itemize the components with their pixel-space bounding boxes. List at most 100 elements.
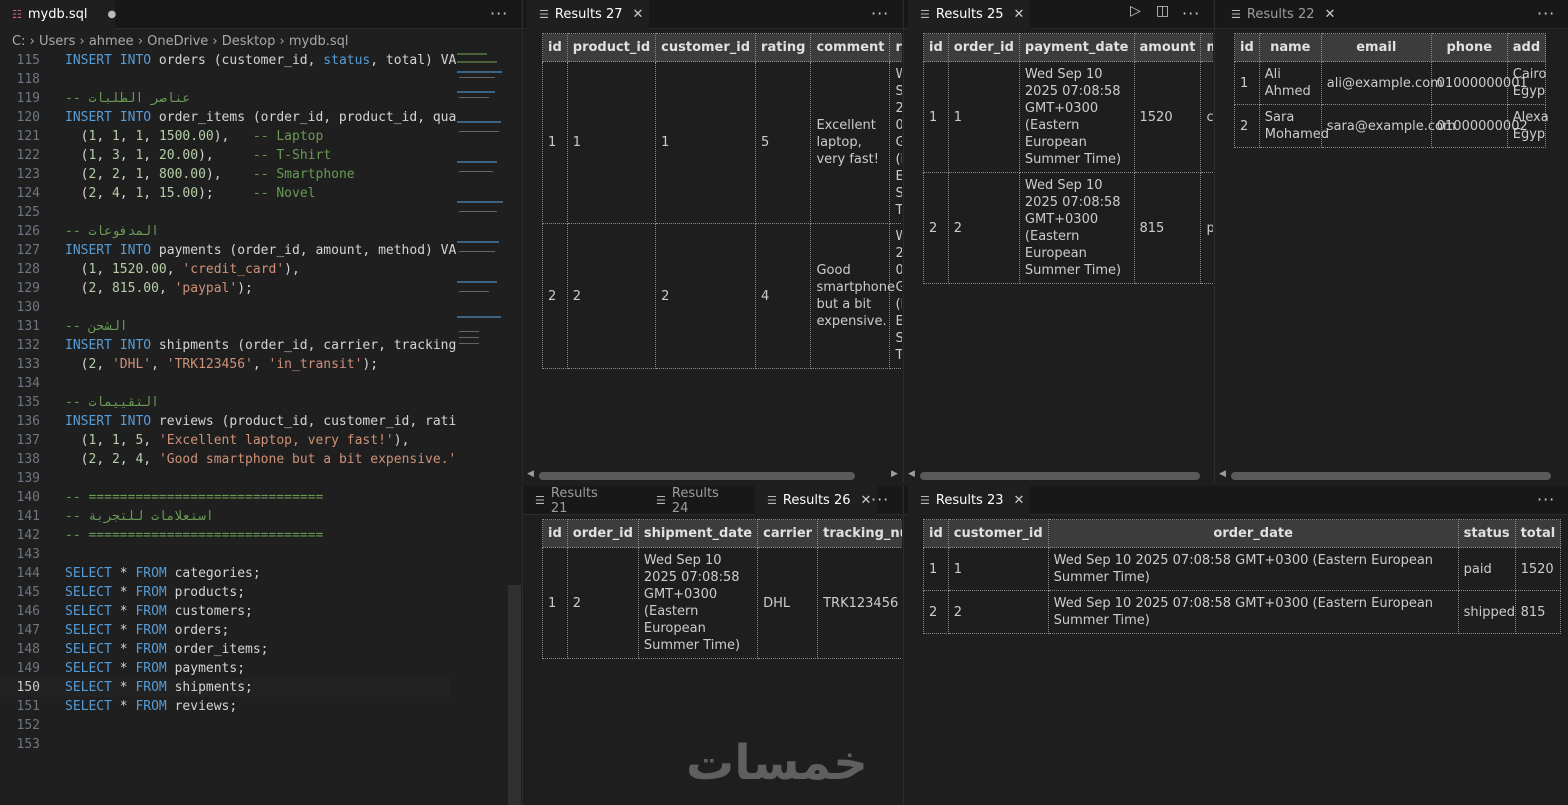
table-cell[interactable]: Wed Sep 2025 07:08:58 GMT+0 (Eastern Eur… bbox=[889, 61, 902, 224]
table-cell[interactable]: Excellent laptop, very fast! bbox=[810, 61, 891, 224]
table-cell[interactable]: 4 bbox=[755, 223, 812, 369]
close-icon[interactable]: ✕ bbox=[1014, 7, 1025, 22]
tab-results25[interactable]: ☰ Results 25 ✕ bbox=[908, 0, 1031, 29]
split-editor-icon[interactable]: ◫ bbox=[1156, 3, 1170, 19]
column-header[interactable]: tracking_number bbox=[817, 519, 902, 548]
code-line[interactable]: 123 (2, 2, 1, 800.00), -- Smartphone bbox=[0, 165, 450, 184]
code-line[interactable]: 131 -- الشحن bbox=[0, 317, 450, 336]
column-header[interactable]: order_date bbox=[1047, 519, 1459, 548]
breadcrumb-item[interactable]: OneDrive bbox=[147, 34, 208, 49]
table-cell[interactable]: 1520 bbox=[1514, 547, 1562, 591]
code-line[interactable]: 152 bbox=[0, 716, 450, 735]
code-line[interactable]: 128 (1, 1520.00, 'credit_card'), bbox=[0, 260, 450, 279]
table-cell[interactable]: Alexa Egyp bbox=[1506, 104, 1549, 148]
results27-hscroll[interactable]: ◀ ▶ bbox=[523, 469, 902, 483]
column-header[interactable]: carrier bbox=[757, 519, 819, 548]
column-header[interactable]: order_id bbox=[566, 519, 639, 548]
column-header[interactable]: status bbox=[1457, 519, 1516, 548]
table-cell[interactable]: sara@example.com bbox=[1320, 104, 1456, 148]
column-header[interactable]: email bbox=[1320, 33, 1432, 62]
editor-scrollbar[interactable] bbox=[508, 585, 521, 805]
code-line[interactable]: 151 SELECT * FROM reviews; bbox=[0, 697, 450, 716]
code-line[interactable]: 147 SELECT * FROM orders; bbox=[0, 621, 450, 640]
table-cell[interactable]: Wed Sep 10 2025 07:08:58 GMT+0300 (Easte… bbox=[1047, 547, 1459, 591]
code-line[interactable]: 124 (2, 4, 1, 15.00); -- Novel bbox=[0, 184, 450, 203]
scroll-left-icon[interactable]: ◀ bbox=[527, 469, 534, 479]
tab-results23[interactable]: ☰ Results 23 ✕ bbox=[908, 486, 1031, 515]
minimap[interactable] bbox=[455, 51, 507, 351]
table-cell[interactable]: 2 bbox=[566, 547, 639, 659]
table-cell[interactable]: 1 bbox=[947, 61, 1020, 173]
table-cell[interactable]: 2 bbox=[923, 590, 949, 634]
column-header[interactable]: id bbox=[923, 33, 949, 62]
column-header[interactable]: rating bbox=[755, 33, 812, 62]
table-cell[interactable]: 1 bbox=[542, 61, 568, 224]
column-header[interactable]: phone bbox=[1430, 33, 1508, 62]
table-cell[interactable]: 2 bbox=[566, 223, 657, 369]
scroll-thumb[interactable] bbox=[539, 472, 855, 480]
column-header[interactable]: review_ bbox=[889, 33, 902, 62]
column-header[interactable]: total bbox=[1514, 519, 1562, 548]
table-cell[interactable]: DHL bbox=[757, 547, 819, 659]
table-cell[interactable]: 1520 bbox=[1133, 61, 1202, 173]
tab-results27[interactable]: ☰ Results 27 ✕ bbox=[527, 0, 650, 29]
table-row[interactable]: 1 1 Wed Sep 10 2025 07:08:58 GMT+0300 (Eas… bbox=[923, 61, 1213, 173]
table-cell[interactable]: 1 bbox=[947, 547, 1049, 591]
table-row[interactable]: 1 1 Wed Sep 10 2025 07:08:58 GMT+0300 (Eas… bbox=[923, 547, 1562, 591]
scroll-left-icon[interactable]: ◀ bbox=[1219, 469, 1226, 479]
table-cell[interactable]: 1 bbox=[655, 61, 757, 224]
code-line[interactable]: 146 SELECT * FROM customers; bbox=[0, 602, 450, 621]
code-line[interactable]: 140 -- ============================== bbox=[0, 488, 450, 507]
table-cell[interactable]: Good smartphone but a bit expensive. bbox=[810, 223, 895, 369]
table-cell[interactable]: 815 bbox=[1514, 590, 1562, 634]
table-cell[interactable]: 2 bbox=[947, 590, 1049, 634]
table-cell[interactable]: 2 bbox=[947, 172, 1020, 284]
code-line[interactable]: 119 -- عناصر الطلبات bbox=[0, 89, 450, 108]
code-line[interactable]: 125 bbox=[0, 203, 450, 222]
code-line[interactable]: 145 SELECT * FROM products; bbox=[0, 583, 450, 602]
table-cell[interactable]: 1 bbox=[923, 547, 949, 591]
breadcrumb-item[interactable]: Desktop bbox=[222, 34, 276, 49]
table-row[interactable]: 2 2 Wed Sep 10 2025 07:08:58 GMT+0300 (Eas… bbox=[923, 590, 1562, 634]
code-line[interactable]: 126 -- المدفوعات bbox=[0, 222, 450, 241]
table-cell[interactable]: Cairo Egyp bbox=[1506, 61, 1546, 105]
more-actions-icon[interactable]: ··· bbox=[1182, 4, 1200, 23]
code-line[interactable]: 127 INSERT INTO payments (order_id, amoun… bbox=[0, 241, 457, 260]
table-row[interactable]: 2 2 Wed Sep 10 2025 07:08:58 GMT+0300 (Eas… bbox=[923, 172, 1213, 284]
breadcrumb-item[interactable]: Users bbox=[39, 34, 75, 49]
code-line[interactable]: 132 INSERT INTO shipments (order_id, carr… bbox=[0, 336, 457, 355]
results22-hscroll[interactable]: ◀ bbox=[1215, 469, 1568, 483]
scroll-left-icon[interactable]: ◀ bbox=[908, 469, 915, 479]
table-cell[interactable]: 815 bbox=[1133, 172, 1202, 284]
code-line[interactable]: 130 bbox=[0, 298, 450, 317]
table-cell[interactable]: ali@example.com bbox=[1320, 61, 1443, 105]
table-row[interactable]: 2 2 2 4 Good smartphone but a bit expensive.… bbox=[542, 223, 902, 369]
column-header[interactable]: id bbox=[542, 519, 568, 548]
code-line[interactable]: 138 (2, 2, 4, 'Good smartphone but a bit… bbox=[0, 450, 457, 469]
column-header[interactable]: amount bbox=[1133, 33, 1202, 62]
table-cell[interactable]: 1 bbox=[566, 61, 657, 224]
close-icon[interactable]: ✕ bbox=[1325, 7, 1336, 22]
table-cell[interactable]: 1 bbox=[923, 61, 949, 173]
breadcrumb-item[interactable]: C: bbox=[12, 34, 25, 49]
scroll-right-icon[interactable]: ▶ bbox=[891, 469, 898, 479]
table-cell[interactable]: 2 bbox=[542, 223, 568, 369]
more-actions-icon[interactable]: ··· bbox=[871, 4, 889, 23]
table-cell[interactable]: paid bbox=[1457, 547, 1516, 591]
code-line[interactable]: 121 (1, 1, 1, 1500.00), -- Laptop bbox=[0, 127, 450, 146]
table-cell[interactable]: Wed Sep 10 2025 07:08:58 GMT+0300 (Easte… bbox=[637, 547, 759, 659]
table-cell[interactable]: 01000000002 bbox=[1430, 104, 1528, 148]
close-icon[interactable]: ✕ bbox=[633, 7, 644, 22]
tab-mydb-sql[interactable]: ☷ mydb.sql ● bbox=[0, 0, 116, 29]
tab-results24[interactable]: ☰ Results 24 bbox=[644, 486, 744, 516]
close-icon[interactable]: ✕ bbox=[1014, 493, 1025, 508]
scroll-thumb[interactable] bbox=[920, 472, 1200, 480]
column-header[interactable]: shipment_date bbox=[637, 519, 759, 548]
sql-editor[interactable]: ☷ mydb.sql ● ··· C: › Users › ahmee › On… bbox=[0, 0, 521, 805]
column-header[interactable]: customer_id bbox=[655, 33, 757, 62]
column-header[interactable]: customer_id bbox=[947, 519, 1049, 548]
tab-results21[interactable]: ☰ Results 21 bbox=[523, 486, 623, 516]
code-line[interactable]: 148 SELECT * FROM order_items; bbox=[0, 640, 450, 659]
table-cell[interactable]: Wed Sep 10 2025 07:08:58 GMT+0300 (Easte… bbox=[1018, 61, 1135, 173]
code-line[interactable]: 122 (1, 3, 1, 20.00), -- T-Shirt bbox=[0, 146, 450, 165]
